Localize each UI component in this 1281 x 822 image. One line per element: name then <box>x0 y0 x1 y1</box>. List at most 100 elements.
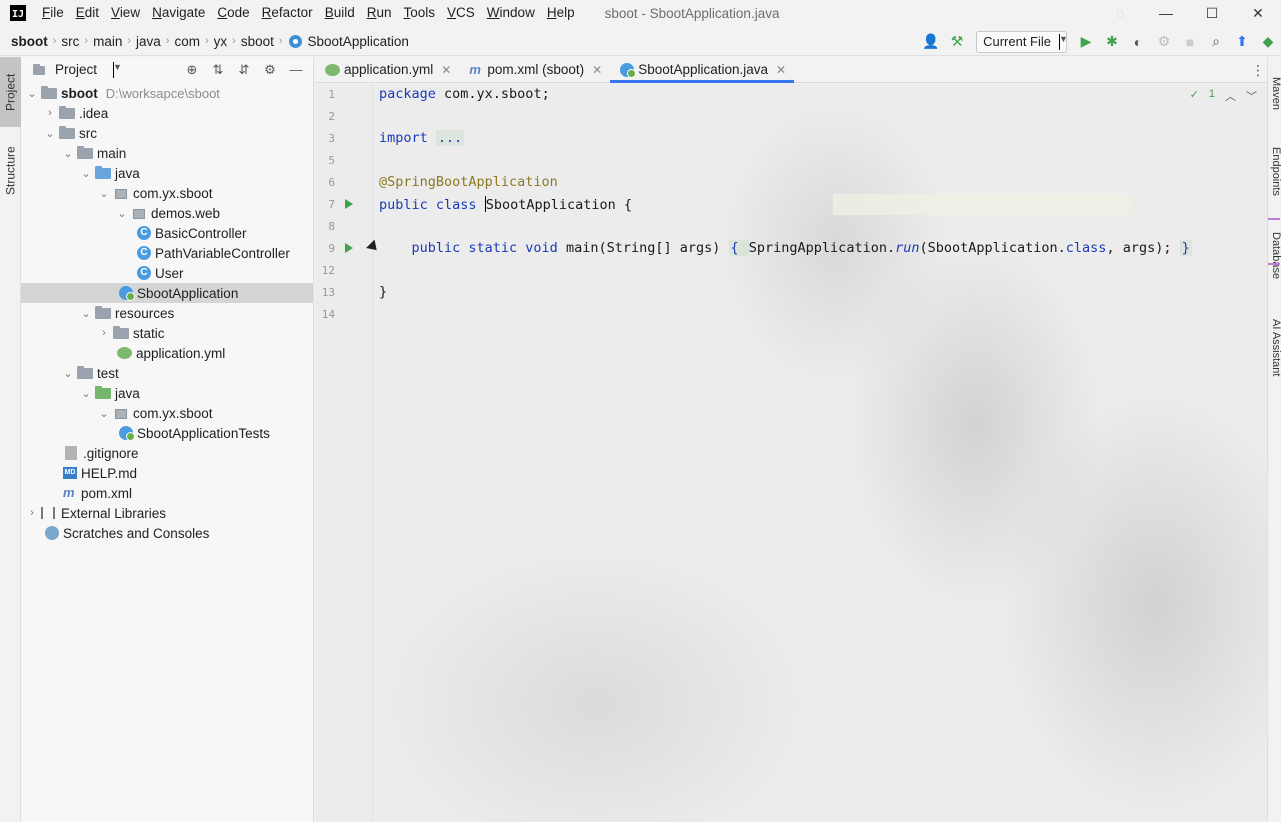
menu-vcs[interactable]: VCS <box>441 0 481 26</box>
menu-window[interactable]: Window <box>481 0 541 26</box>
locate-icon[interactable]: ⊕ <box>179 62 205 78</box>
breadcrumb-sboot-package[interactable]: sboot <box>238 34 277 49</box>
chevron-right-icon[interactable]: › <box>41 107 59 119</box>
chevron-down-icon[interactable]: ⌄ <box>77 307 95 320</box>
breadcrumb-java[interactable]: java <box>133 34 164 49</box>
tree-item-test-com-yx-sboot[interactable]: ⌄ com.yx.sboot <box>21 403 313 423</box>
notifications-icon[interactable]: ◌ <box>1097 0 1143 26</box>
gear-icon[interactable]: ⚙ <box>257 62 283 78</box>
breadcrumb-sboot[interactable]: sboot <box>8 34 51 49</box>
menu-build[interactable]: Build <box>319 0 361 26</box>
tab-sbootapplication-java[interactable]: SbootApplication.java ✕ <box>610 57 795 83</box>
more-options-icon[interactable]: ⋮ <box>1251 62 1265 79</box>
project-panel-title[interactable]: Project <box>55 62 97 77</box>
chevron-right-icon[interactable]: › <box>95 327 113 339</box>
breadcrumb-main[interactable]: main <box>90 34 125 49</box>
breadcrumb-src[interactable]: src <box>58 34 82 49</box>
tree-item-idea[interactable]: › .idea <box>21 103 313 123</box>
maven-tool-tab[interactable]: Maven <box>1268 77 1281 110</box>
tree-item-java[interactable]: ⌄ java <box>21 163 313 183</box>
plugin-icon[interactable]: ◆ <box>1255 29 1281 55</box>
tree-item-demos-web[interactable]: ⌄ demos.web <box>21 203 313 223</box>
tree-item-com-yx-sboot[interactable]: ⌄ com.yx.sboot <box>21 183 313 203</box>
inspection-widget[interactable]: ✓ 1 ︿ ﹀ <box>1190 88 1257 104</box>
folded-imports[interactable]: ... <box>435 130 465 146</box>
database-tool-tab[interactable]: Database <box>1268 232 1281 279</box>
chevron-up-icon[interactable]: ︿ <box>1225 88 1236 104</box>
chevron-down-icon[interactable]: ⌄ <box>95 407 113 420</box>
tree-item-pathvariablecontroller[interactable]: C PathVariableController <box>21 243 313 263</box>
endpoints-tool-tab[interactable]: Endpoints <box>1268 147 1281 196</box>
tree-item-test[interactable]: ⌄ test <box>21 363 313 383</box>
close-window-button[interactable]: ✕ <box>1235 0 1281 26</box>
breadcrumb-yx[interactable]: yx <box>211 34 231 49</box>
menu-tools[interactable]: Tools <box>398 0 442 26</box>
tree-item-static[interactable]: › static <box>21 323 313 343</box>
structure-tool-tab[interactable]: Structure <box>0 133 21 209</box>
code-editor[interactable]: 1 2 3 5 6 7 8 9 12 13 14 package com.yx.… <box>315 84 1267 822</box>
project-tool-tab[interactable]: Project <box>0 57 21 127</box>
chevron-down-icon[interactable]: ⌄ <box>77 387 95 400</box>
menu-view[interactable]: View <box>105 0 146 26</box>
chevron-down-icon[interactable]: ﹀ <box>1246 88 1257 104</box>
menu-file[interactable]: File <box>36 0 70 26</box>
maximize-button[interactable]: ☐ <box>1189 0 1235 26</box>
minimize-button[interactable]: — <box>1143 0 1189 26</box>
tree-item-sbootapplicationtests[interactable]: SbootApplicationTests <box>21 423 313 443</box>
chevron-down-icon[interactable]: ▼ <box>113 61 122 78</box>
scratches-icon <box>45 526 59 540</box>
coverage-icon[interactable]: ◐ <box>1125 29 1151 55</box>
tree-item-scratches[interactable]: Scratches and Consoles <box>21 523 313 543</box>
collapse-all-icon[interactable]: ⇵ <box>231 62 257 78</box>
debug-icon[interactable]: ✱ <box>1099 29 1125 55</box>
menu-run[interactable]: Run <box>361 0 398 26</box>
tree-item-main[interactable]: ⌄ main <box>21 143 313 163</box>
tree-item-gitignore[interactable]: .gitignore <box>21 443 313 463</box>
tab-pom-xml[interactable]: m pom.xml (sboot) ✕ <box>459 57 610 82</box>
tree-item-test-java[interactable]: ⌄ java <box>21 383 313 403</box>
tree-item-basiccontroller[interactable]: C BasicController <box>21 223 313 243</box>
tree-item-sbootapplication[interactable]: SbootApplication <box>21 283 313 303</box>
stop-icon[interactable]: ■ <box>1177 29 1203 55</box>
chevron-down-icon[interactable]: ⌄ <box>59 147 77 160</box>
close-icon[interactable]: ✕ <box>776 63 786 77</box>
tree-item-application-yml[interactable]: application.yml <box>21 343 313 363</box>
chevron-down-icon[interactable]: ⌄ <box>77 167 95 180</box>
tree-item-user[interactable]: C User <box>21 263 313 283</box>
build-hammer-icon[interactable]: ⚒ <box>944 29 970 55</box>
breadcrumb-com[interactable]: com <box>171 34 203 49</box>
menu-help[interactable]: Help <box>541 0 581 26</box>
close-icon[interactable]: ✕ <box>441 63 451 77</box>
tree-item-sboot[interactable]: ⌄ sboot D:\worksapce\sboot <box>21 83 313 103</box>
run-class-icon[interactable] <box>345 199 353 209</box>
menu-navigate[interactable]: Navigate <box>146 0 211 26</box>
hide-icon[interactable]: — <box>283 62 309 77</box>
tree-item-help-md[interactable]: MD HELP.md <box>21 463 313 483</box>
chevron-down-icon[interactable]: ⌄ <box>95 187 113 200</box>
chevron-down-icon[interactable]: ⌄ <box>41 127 59 140</box>
intellij-logo-icon[interactable]: IJ <box>10 5 26 21</box>
tab-application-yml[interactable]: application.yml ✕ <box>315 57 459 82</box>
menu-code[interactable]: Code <box>211 0 255 26</box>
chevron-down-icon[interactable]: ⌄ <box>113 207 131 220</box>
user-icon[interactable]: 👤 <box>918 29 944 55</box>
chevron-right-icon[interactable]: › <box>23 507 41 519</box>
tree-item-resources[interactable]: ⌄ resources <box>21 303 313 323</box>
tree-item-src[interactable]: ⌄ src <box>21 123 313 143</box>
expand-all-icon[interactable]: ⇅ <box>205 62 231 78</box>
run-icon[interactable]: ▶ <box>1073 29 1099 55</box>
breadcrumb-sbootapplication[interactable]: SbootApplication <box>305 34 412 49</box>
close-icon[interactable]: ✕ <box>592 63 602 77</box>
ai-assistant-tool-tab[interactable]: AI Assistant <box>1268 319 1281 376</box>
tree-item-pom-xml[interactable]: m pom.xml <box>21 483 313 503</box>
chevron-down-icon[interactable]: ⌄ <box>59 367 77 380</box>
menu-edit[interactable]: Edit <box>70 0 105 26</box>
menu-refactor[interactable]: Refactor <box>256 0 319 26</box>
run-configuration-dropdown[interactable]: Current File ▼ <box>976 30 1068 53</box>
run-main-icon[interactable] <box>345 243 353 253</box>
update-icon[interactable]: ⬆ <box>1229 29 1255 55</box>
tree-item-external-libraries[interactable]: › External Libraries <box>21 503 313 523</box>
search-icon[interactable]: ⌕ <box>1203 29 1229 55</box>
chevron-down-icon[interactable]: ⌄ <box>23 87 41 100</box>
profile-icon[interactable]: ⚙ <box>1151 29 1177 55</box>
